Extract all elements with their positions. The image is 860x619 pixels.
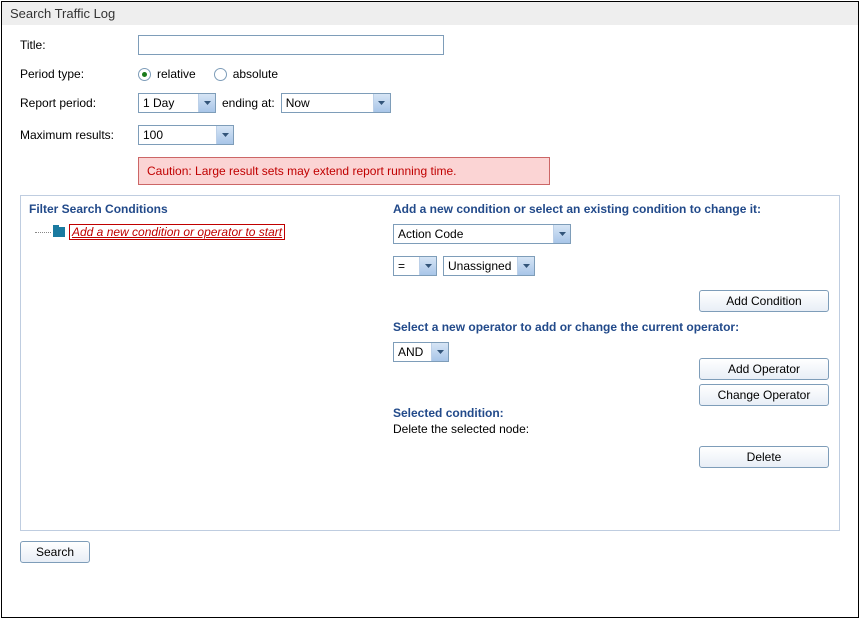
form-area: Title: Period type: relative absolute Re… [2, 25, 858, 185]
operator-select[interactable]: AND [393, 342, 449, 362]
condition-value-select[interactable]: Unassigned [443, 256, 535, 276]
tree-row: Add a new condition or operator to start [35, 224, 375, 240]
max-results-label: Maximum results: [20, 128, 138, 142]
title-input[interactable] [138, 35, 444, 55]
search-button[interactable]: Search [20, 541, 90, 563]
report-period-value: 1 Day [143, 96, 174, 110]
filter-conditions-heading: Filter Search Conditions [29, 202, 375, 216]
chevron-down-icon [419, 257, 436, 275]
window: Search Traffic Log Title: Period type: r… [1, 1, 859, 618]
condition-operator-select[interactable]: = [393, 256, 437, 276]
delete-button[interactable]: Delete [699, 446, 829, 468]
conditions-panels: Filter Search Conditions Add a new condi… [20, 195, 840, 531]
add-condition-button[interactable]: Add Condition [699, 290, 829, 312]
ending-at-select[interactable]: Now [281, 93, 391, 113]
filter-conditions-panel: Filter Search Conditions Add a new condi… [21, 196, 383, 530]
period-type-absolute-radio[interactable] [214, 68, 227, 81]
add-condition-heading: Add a new condition or select an existin… [393, 202, 829, 216]
add-operator-button[interactable]: Add Operator [699, 358, 829, 380]
chevron-down-icon [198, 94, 215, 112]
add-condition-start-link[interactable]: Add a new condition or operator to start [69, 224, 285, 240]
period-type-label: Period type: [20, 67, 138, 81]
period-type-absolute-label: absolute [233, 67, 278, 81]
chevron-down-icon [373, 94, 390, 112]
report-period-label: Report period: [20, 96, 138, 110]
report-period-select[interactable]: 1 Day [138, 93, 216, 113]
ending-at-value: Now [286, 96, 310, 110]
change-operator-button[interactable]: Change Operator [699, 384, 829, 406]
delete-hint: Delete the selected node: [393, 422, 829, 436]
tree-connector-icon [35, 232, 51, 233]
ending-at-label: ending at: [222, 96, 275, 110]
chevron-down-icon [517, 257, 534, 275]
chevron-down-icon [216, 126, 233, 144]
period-type-relative-radio[interactable] [138, 68, 151, 81]
operator-value: AND [398, 345, 423, 359]
condition-value-value: Unassigned [448, 259, 511, 273]
chevron-down-icon [431, 343, 448, 361]
condition-operator-value: = [398, 259, 405, 273]
condition-field-select[interactable]: Action Code [393, 224, 571, 244]
window-title: Search Traffic Log [2, 2, 858, 25]
chevron-down-icon [553, 225, 570, 243]
title-label: Title: [20, 38, 138, 52]
caution-message: Caution: Large result sets may extend re… [138, 157, 550, 185]
operator-heading: Select a new operator to add or change t… [393, 320, 829, 334]
condition-editor-panel: Add a new condition or select an existin… [383, 196, 839, 530]
period-type-relative-label: relative [157, 67, 196, 81]
condition-field-value: Action Code [398, 227, 463, 241]
max-results-value: 100 [143, 128, 163, 142]
folder-icon [53, 227, 65, 237]
selected-condition-heading: Selected condition: [393, 406, 829, 420]
max-results-select[interactable]: 100 [138, 125, 234, 145]
